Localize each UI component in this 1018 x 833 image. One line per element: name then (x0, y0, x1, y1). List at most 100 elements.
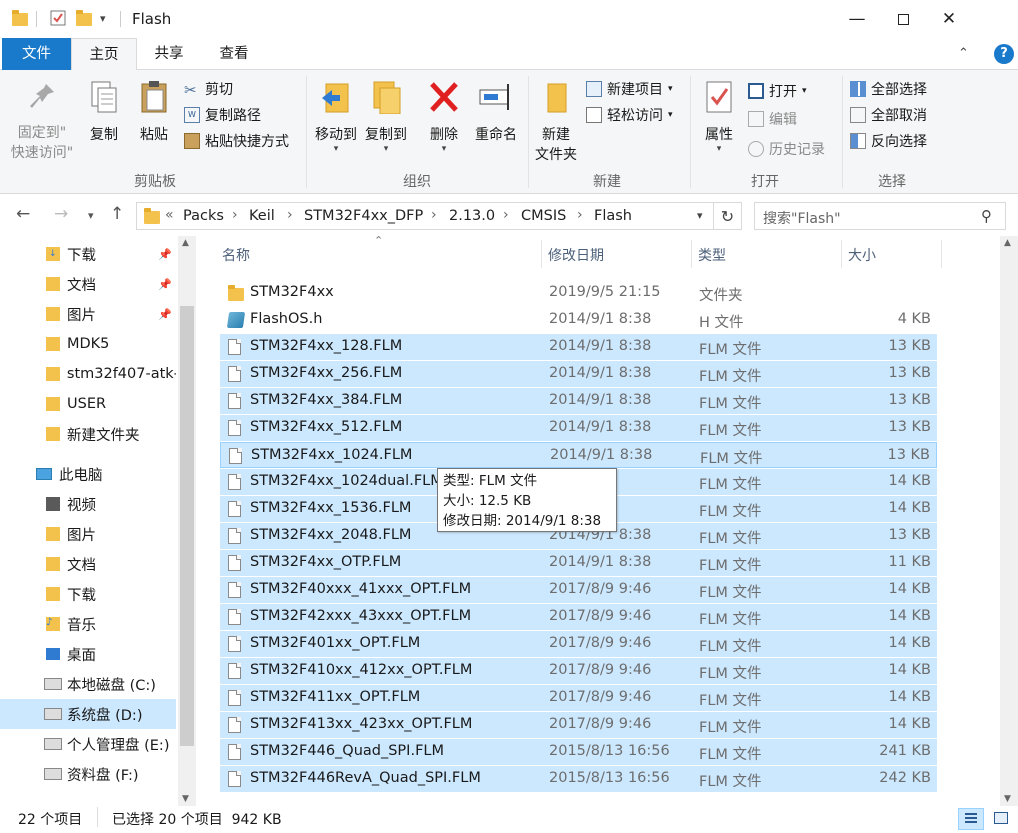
scroll-up-icon[interactable]: ▲ (182, 238, 189, 248)
file-row[interactable]: STM32F4xx_OTP.FLM 2014/9/1 8:38 FLM 文件 11 K… (220, 550, 937, 576)
move-to-button[interactable]: 移动到 ▾ (312, 80, 360, 154)
collapse-ribbon-icon[interactable]: ⌃ (958, 46, 969, 61)
new-item-button[interactable]: 新建项目 ▾ (586, 78, 673, 100)
file-row[interactable]: STM32F446_Quad_SPI.FLM 2015/8/13 16:56 FLM… (220, 739, 937, 765)
address-dropdown-icon[interactable]: ▾ (697, 209, 703, 222)
scroll-down-icon[interactable]: ▼ (182, 794, 189, 804)
copy-button[interactable]: 复制 (84, 80, 124, 144)
file-row[interactable]: STM32F4xx_512.FLM 2014/9/1 8:38 FLM 文件 13 K… (220, 415, 937, 441)
nav-item-drive-d[interactable]: 系统盘 (D:) (0, 699, 176, 729)
new-folder-button[interactable]: 新建 文件夹 (532, 80, 580, 164)
breadcrumb-item[interactable]: Keil (249, 208, 275, 224)
nav-item-documents[interactable]: 文档 📌 (0, 269, 176, 299)
recent-locations-button[interactable]: ▾ (88, 209, 94, 222)
breadcrumb-item[interactable]: STM32F4xx_DFP (304, 208, 423, 224)
file-row[interactable]: STM32F4xx_256.FLM 2014/9/1 8:38 FLM 文件 13 K… (220, 361, 937, 387)
file-list-scrollbar[interactable]: ▲ ▼ (1000, 236, 1018, 806)
select-all-button[interactable]: 全部选择 (850, 78, 927, 100)
breadcrumb-item[interactable]: CMSIS (521, 208, 566, 224)
paste-shortcut-button[interactable]: 粘贴快捷方式 (184, 130, 289, 152)
invert-selection-label: 反向选择 (871, 134, 927, 150)
help-icon[interactable]: ? (994, 44, 1014, 64)
file-row[interactable]: STM32F413xx_423xx_OPT.FLM 2017/8/9 9:46 FL… (220, 712, 937, 738)
select-none-button[interactable]: 全部取消 (850, 104, 927, 126)
properties-button[interactable]: 属性 ▾ (698, 80, 740, 154)
cut-button[interactable]: ✂ 剪切 (184, 78, 233, 100)
maximize-button[interactable] (880, 0, 926, 38)
nav-item-downloads[interactable]: ↓ 下载 📌 (0, 239, 176, 269)
nav-item-videos[interactable]: 视频 (0, 489, 176, 519)
nav-item-pc-pictures[interactable]: 图片 (0, 519, 176, 549)
properties-quick-icon[interactable] (50, 10, 66, 26)
file-icon (228, 339, 241, 355)
file-row[interactable]: STM32F4xx_128.FLM 2014/9/1 8:38 FLM 文件 13 K… (220, 334, 937, 360)
invert-selection-button[interactable]: 反向选择 (850, 130, 927, 152)
new-folder-quick-icon[interactable] (76, 10, 92, 26)
history-button[interactable]: 历史记录 (748, 138, 825, 160)
nav-scrollbar-thumb[interactable] (180, 306, 194, 746)
file-row[interactable]: STM32F42xxx_43xxx_OPT.FLM 2017/8/9 9:46 FL… (220, 604, 937, 630)
close-button[interactable]: ✕ (926, 0, 972, 38)
search-input[interactable]: 搜索"Flash" (763, 208, 841, 228)
file-row[interactable]: STM32F4xx_1024.FLM 2014/9/1 8:38 FLM 文件 13 … (220, 442, 937, 468)
up-button[interactable]: ↑ (110, 204, 124, 224)
nav-item-mdk5[interactable]: MDK5 (0, 329, 176, 359)
tab-file[interactable]: 文件 (2, 38, 71, 70)
nav-item-music[interactable]: ♪ 音乐 (0, 609, 176, 639)
nav-item-this-pc[interactable]: 此电脑 (0, 459, 176, 489)
breadcrumb-overflow[interactable]: « (165, 207, 174, 223)
back-button[interactable]: ← (16, 204, 30, 224)
nav-item-stm32f407[interactable]: stm32f407-atk- (0, 359, 176, 389)
column-header-name[interactable]: 名称 (222, 244, 250, 268)
breadcrumb-item[interactable]: 2.13.0 (449, 208, 495, 224)
scroll-down-icon[interactable]: ▼ (1004, 794, 1011, 804)
search-box[interactable]: 搜索"Flash" ⚲ (754, 202, 1006, 230)
copy-to-button[interactable]: 复制到 ▾ (362, 80, 410, 154)
customize-toolbar-icon[interactable]: ▾ (100, 12, 116, 28)
scroll-up-icon[interactable]: ▲ (1004, 238, 1011, 248)
rename-button[interactable]: 重命名 (470, 80, 522, 144)
nav-item-user[interactable]: USER (0, 389, 176, 419)
file-row[interactable]: STM32F401xx_OPT.FLM 2017/8/9 9:46 FLM 文件 14… (220, 631, 937, 657)
easy-access-button[interactable]: 轻松访问 ▾ (586, 104, 673, 126)
paste-button[interactable]: 粘贴 (134, 80, 174, 144)
address-bar[interactable]: « Packs › Keil › STM32F4xx_DFP › 2.13.0 … (136, 202, 714, 230)
file-row[interactable]: STM32F411xx_OPT.FLM 2017/8/9 9:46 FLM 文件 14… (220, 685, 937, 711)
breadcrumb-item[interactable]: Packs (183, 208, 224, 224)
minimize-button[interactable]: — (834, 0, 880, 38)
tab-home[interactable]: 主页 (71, 38, 137, 71)
nav-item-pc-downloads[interactable]: 下载 (0, 579, 176, 609)
nav-item-drive-e[interactable]: 个人管理盘 (E:) (0, 729, 176, 759)
nav-item-drive-f[interactable]: 资料盘 (F:) (0, 759, 176, 789)
forward-button[interactable]: → (54, 204, 68, 224)
file-row[interactable]: STM32F4xx_384.FLM 2014/9/1 8:38 FLM 文件 13 K… (220, 388, 937, 414)
edit-button[interactable]: 编辑 (748, 108, 797, 130)
file-row[interactable]: STM32F4xx 2019/9/5 21:15 文件夹 (220, 280, 937, 306)
tab-view[interactable]: 查看 (201, 38, 267, 70)
large-icons-view-button[interactable] (988, 808, 1014, 830)
select-group-label: 选择 (878, 174, 906, 190)
tab-share[interactable]: 共享 (137, 38, 201, 70)
nav-item-new-folder[interactable]: 新建文件夹 (0, 419, 176, 449)
file-type: FLM 文件 (699, 477, 762, 493)
open-button[interactable]: 打开 ▾ (748, 80, 807, 102)
easy-access-label: 轻松访问 (607, 108, 663, 124)
nav-item-pictures[interactable]: 图片 📌 (0, 299, 176, 329)
refresh-button[interactable]: ↻ (714, 202, 742, 230)
nav-item-drive-c[interactable]: 本地磁盘 (C:) (0, 669, 176, 699)
details-view-button[interactable] (958, 808, 984, 830)
file-row[interactable]: FlashOS.h 2014/9/1 8:38 H 文件 4 KB (220, 307, 937, 333)
nav-item-pc-documents[interactable]: 文档 (0, 549, 176, 579)
column-header-date[interactable]: 修改日期 (548, 244, 604, 268)
file-row[interactable]: STM32F446RevA_Quad_SPI.FLM 2015/8/13 16:5… (220, 766, 937, 792)
file-row[interactable]: STM32F410xx_412xx_OPT.FLM 2017/8/9 9:46 FL… (220, 658, 937, 684)
pin-quick-access-button[interactable]: 固定到" 快速访问" (8, 80, 76, 162)
column-header-type[interactable]: 类型 (698, 244, 726, 268)
column-header-size[interactable]: 大小 (848, 244, 876, 268)
nav-item-desktop[interactable]: 桌面 (0, 639, 176, 669)
delete-button[interactable]: 删除 ▾ (424, 80, 464, 154)
copy-path-button[interactable]: W 复制路径 (184, 104, 261, 126)
file-row[interactable]: STM32F40xxx_41xxx_OPT.FLM 2017/8/9 9:46 FL… (220, 577, 937, 603)
nav-item-label: 下载 (67, 247, 96, 264)
breadcrumb-item[interactable]: Flash (594, 208, 632, 224)
